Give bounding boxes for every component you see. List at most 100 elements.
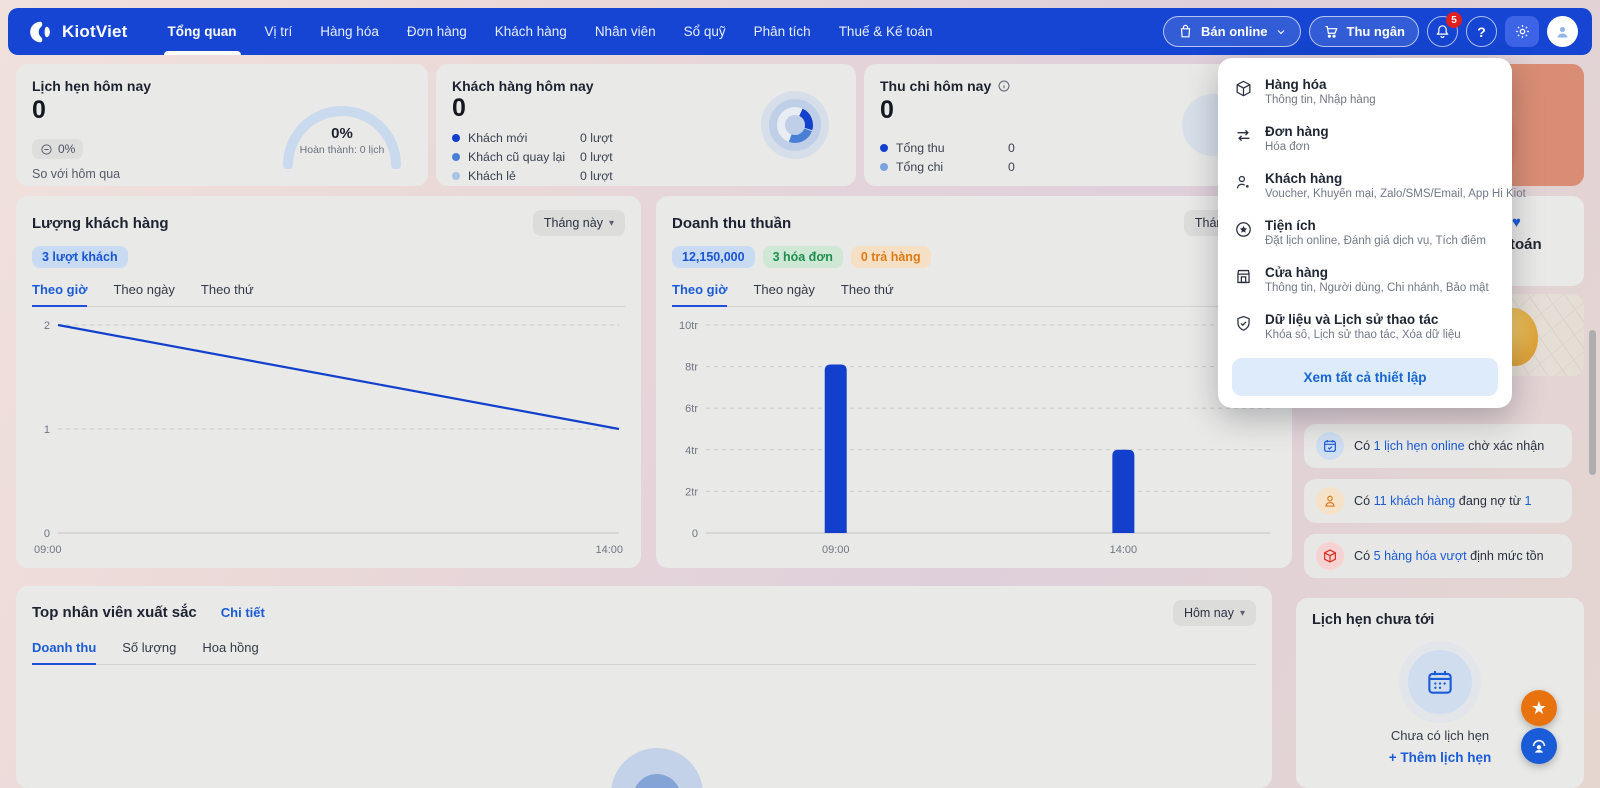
legend-value: 0 lượt xyxy=(580,131,613,145)
settings-item-title: Cửa hàng xyxy=(1265,265,1329,280)
settings-menu-item-Hàng hóa[interactable]: Hàng hóa Thông tin, Nhập hàng xyxy=(1218,68,1512,115)
legend-value: 0 xyxy=(1008,141,1015,155)
view-all-settings-button[interactable]: Xem tất cả thiết lập xyxy=(1232,358,1498,396)
user-avatar[interactable] xyxy=(1547,16,1578,47)
tab-Theo ngày[interactable]: Theo ngày xyxy=(113,282,174,307)
minus-circle-icon xyxy=(40,143,53,156)
customer-icon xyxy=(1234,173,1253,192)
cube-icon xyxy=(1234,79,1253,98)
nav-item-Thuế & Kế toán[interactable]: Thuế & Kế toán xyxy=(825,8,947,55)
settings-menu-item-Đơn hàng[interactable]: Đơn hàng Hóa đơn xyxy=(1218,115,1512,162)
settings-item-title: Hàng hóa xyxy=(1265,77,1327,92)
svg-text:1: 1 xyxy=(44,424,50,436)
help-button[interactable]: ? xyxy=(1466,16,1497,47)
notification-link[interactable]: 1 xyxy=(1525,494,1532,508)
settings-item-title: Khách hàng xyxy=(1265,171,1343,186)
nav-menu: Tổng quan Vị trí Hàng hóa Đơn hàng Khách hàn… xyxy=(154,8,947,55)
top-staff-panel: Top nhân viên xuất sắc Chi tiết Hôm nay ▾… xyxy=(16,586,1272,788)
legend-label: Khách cũ quay lại xyxy=(468,150,566,164)
headset-icon xyxy=(1529,736,1549,756)
calendar-check-icon xyxy=(1316,432,1344,460)
visitors-tabs: Theo giờ Theo ngày Theo thứ xyxy=(32,282,625,307)
legend-row: Khách lẻ 0 lượt xyxy=(452,169,840,183)
thu-ngan-label: Thu ngân xyxy=(1346,24,1406,39)
upcoming-title: Lịch hẹn chưa tới xyxy=(1312,612,1435,628)
legend-label: Khách lẻ xyxy=(468,169,516,183)
settings-menu-item-Khách hàng[interactable]: Khách hàng Voucher, Khuyến mại, Zalo/SMS/… xyxy=(1218,162,1526,209)
tab-Số lượng[interactable]: Số lượng xyxy=(122,640,176,665)
staff-title: Top nhân viên xuất sắc xyxy=(32,604,197,621)
notification-appointments[interactable]: Có 1 lịch hẹn online chờ xác nhận xyxy=(1304,424,1572,468)
settings-menu-item-Dữ liệu và Lịch sử thao tác[interactable]: Dữ liệu và Lịch sử thao tác Khóa sổ, Lịch… xyxy=(1218,303,1512,350)
notification-plain: Có xyxy=(1354,494,1374,508)
accounting-icon: ♥ xyxy=(1512,214,1521,231)
visitors-count-badge: 3 lượt khách xyxy=(32,246,128,268)
nav-item-Hàng hóa[interactable]: Hàng hóa xyxy=(306,8,393,55)
notifications-button[interactable]: 5 xyxy=(1427,12,1462,47)
chevron-down-icon: ▾ xyxy=(1239,607,1245,619)
scrollbar-thumb[interactable] xyxy=(1589,330,1596,475)
ban-online-label: Bán online xyxy=(1201,24,1268,39)
tab-Theo thứ[interactable]: Theo thứ xyxy=(841,282,894,307)
revenue-title: Doanh thu thuần xyxy=(672,214,792,232)
svg-text:14:00: 14:00 xyxy=(1110,544,1138,556)
tab-Theo giờ[interactable]: Theo giờ xyxy=(672,282,728,307)
revenue-badges: 12,150,000 3 hóa đơn 0 trả hàng xyxy=(672,246,1276,268)
svg-text:6tr: 6tr xyxy=(685,403,698,415)
brand-name: KiotViet xyxy=(62,21,128,41)
appointments-title: Lịch hẹn hôm nay xyxy=(32,78,152,94)
settings-menu-item-Tiện ích[interactable]: Tiện ích Đặt lịch online, Đánh giá dịch v… xyxy=(1218,209,1512,256)
nav-item-Đơn hàng[interactable]: Đơn hàng xyxy=(393,8,481,55)
star-icon: ★ xyxy=(1530,697,1548,718)
rating-fab-button[interactable]: ★ xyxy=(1521,690,1557,726)
nav-item-Nhân viên[interactable]: Nhân viên xyxy=(581,8,670,55)
legend-dot xyxy=(880,163,888,171)
customers-card: Khách hàng hôm nay 0 Khách mới 0 lượt Khác… xyxy=(436,64,856,186)
notification-debt[interactable]: Có 11 khách hàng đang nợ từ 1 xyxy=(1304,479,1572,523)
info-icon[interactable] xyxy=(997,79,1011,93)
nav-item-Khách hàng[interactable]: Khách hàng xyxy=(481,8,581,55)
chevron-down-icon: ▾ xyxy=(608,217,614,229)
nav-item-Sổ quỹ[interactable]: Sổ quỹ xyxy=(670,8,740,55)
settings-button[interactable] xyxy=(1505,16,1539,47)
ban-online-button[interactable]: Bán online xyxy=(1163,16,1301,47)
notification-text: Có 1 lịch hẹn online chờ xác nhận xyxy=(1354,439,1544,453)
tab-Theo thứ[interactable]: Theo thứ xyxy=(201,282,254,307)
nav-item-Vị trí[interactable]: Vị trí xyxy=(251,8,307,55)
tab-Theo ngày[interactable]: Theo ngày xyxy=(753,282,814,307)
gear-icon xyxy=(1514,23,1531,40)
nav-item-Phân tích[interactable]: Phân tích xyxy=(740,8,825,55)
notification-link[interactable]: 1 lịch hẹn online xyxy=(1374,439,1465,453)
staff-detail-link[interactable]: Chi tiết xyxy=(221,605,265,620)
legend-value: 0 lượt xyxy=(580,150,613,164)
tab-Theo giờ[interactable]: Theo giờ xyxy=(32,282,88,307)
avatar-icon xyxy=(1554,23,1571,40)
thu-ngan-button[interactable]: Thu ngân xyxy=(1308,16,1419,47)
cashflow-title: Thu chi hôm nay xyxy=(880,78,1276,94)
notification-plain: định mức tồn xyxy=(1466,549,1544,563)
staff-period-dropdown[interactable]: Hôm nay ▾ xyxy=(1172,600,1256,626)
notification-plain: đang nợ từ xyxy=(1455,494,1525,508)
tab-Hoa hồng[interactable]: Hoa hồng xyxy=(202,640,258,665)
settings-item-subtitle: Thông tin, Người dùng, Chi nhánh, Bảo mậ… xyxy=(1265,282,1489,294)
settings-dropdown-menu: Hàng hóa Thông tin, Nhập hàng Đơn hàng Hóa … xyxy=(1218,58,1526,408)
revenue-badge: 0 trả hàng xyxy=(850,246,931,268)
visitors-period-dropdown[interactable]: Tháng này ▾ xyxy=(532,210,625,236)
tab-Doanh thu[interactable]: Doanh thu xyxy=(32,640,97,665)
kiotviet-logo[interactable]: KiotViet xyxy=(28,19,128,45)
store-icon xyxy=(1234,267,1253,286)
person-icon xyxy=(1316,487,1344,515)
support-fab-button[interactable] xyxy=(1521,728,1557,764)
shield-check-icon xyxy=(1234,314,1253,333)
notification-link[interactable]: 5 hàng hóa vượt xyxy=(1374,549,1467,563)
notification-link[interactable]: 11 khách hàng xyxy=(1374,494,1456,508)
svg-text:14:00: 14:00 xyxy=(595,544,623,556)
settings-menu-item-Cửa hàng[interactable]: Cửa hàng Thông tin, Người dùng, Chi nhánh… xyxy=(1218,256,1512,303)
notification-stock[interactable]: Có 5 hàng hóa vượt định mức tồn xyxy=(1304,534,1572,578)
nav-item-Tổng quan[interactable]: Tổng quan xyxy=(154,8,251,55)
revenue-badge: 3 hóa đơn xyxy=(762,246,843,268)
settings-item-subtitle: Đặt lịch online, Đánh giá dịch vụ, Tích … xyxy=(1265,235,1486,247)
revenue-bar-chart: 10tr 8tr 6tr 4tr 2tr 0 09:00 14:00 xyxy=(679,320,1270,556)
settings-item-subtitle: Khóa sổ, Lịch sử thao tác, Xóa dữ liệu xyxy=(1265,329,1461,341)
chevron-down-icon xyxy=(1275,26,1287,38)
